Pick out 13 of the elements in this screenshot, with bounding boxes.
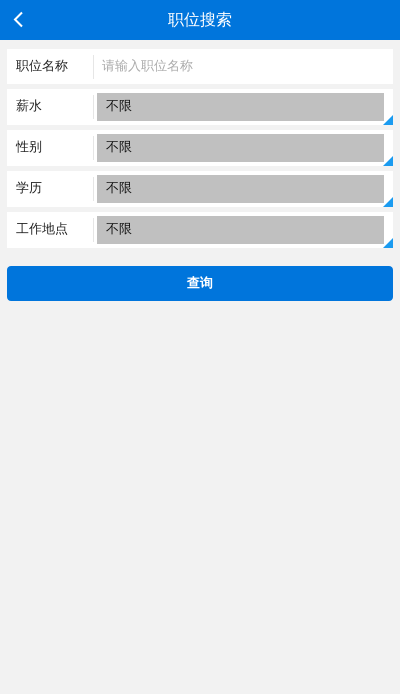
input-field[interactable]: 请输入职位名称	[94, 49, 393, 84]
field-label: 职位名称	[7, 49, 94, 84]
back-icon[interactable]	[13, 11, 24, 28]
page-title: 职位搜索	[168, 9, 232, 31]
search-button[interactable]: 查询	[7, 266, 393, 301]
corner-triangle-icon	[383, 238, 393, 248]
dropdown-field[interactable]: 不限	[97, 93, 384, 121]
corner-triangle-icon	[383, 197, 393, 207]
dropdown-field[interactable]: 不限	[97, 134, 384, 162]
corner-triangle-icon	[383, 115, 393, 125]
corner-triangle-icon	[383, 156, 393, 166]
dropdown-field[interactable]: 不限	[97, 216, 384, 244]
dropdown-field[interactable]: 不限	[97, 175, 384, 203]
